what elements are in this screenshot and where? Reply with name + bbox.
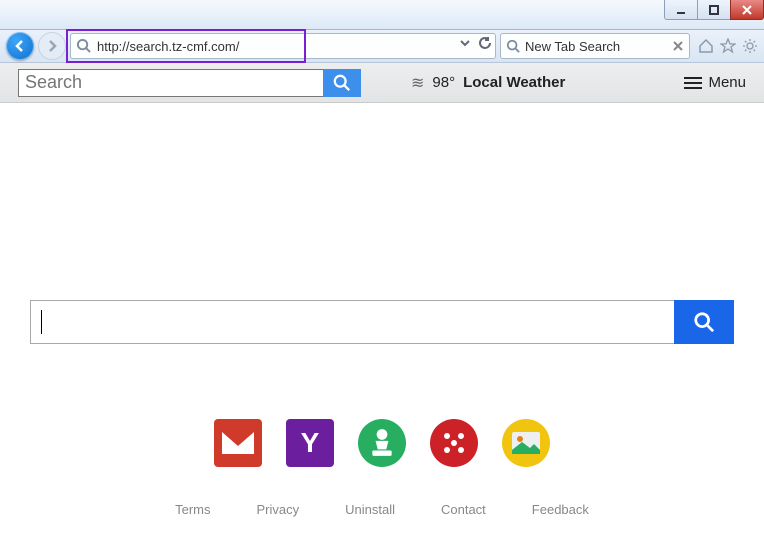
window-close-button[interactable] bbox=[730, 0, 764, 20]
weather-temperature: 98° bbox=[432, 74, 455, 91]
toolbar-search-button[interactable] bbox=[323, 69, 361, 97]
browser-toolbar-icons bbox=[694, 38, 758, 54]
arrow-right-icon bbox=[44, 38, 60, 54]
weather-widget[interactable]: ≋ 98° Local Weather bbox=[411, 73, 565, 93]
footer-privacy[interactable]: Privacy bbox=[257, 502, 300, 517]
close-icon bbox=[741, 4, 753, 16]
footer-uninstall[interactable]: Uninstall bbox=[345, 502, 395, 517]
window-minimize-button[interactable] bbox=[664, 0, 698, 20]
search-icon bbox=[693, 311, 715, 333]
refresh-icon[interactable] bbox=[478, 36, 492, 50]
dropdown-icon[interactable] bbox=[458, 36, 472, 50]
envelope-icon bbox=[222, 432, 254, 454]
window-titlebar bbox=[0, 0, 764, 30]
search-icon bbox=[333, 74, 351, 92]
main-search-container bbox=[30, 300, 734, 344]
window-maximize-button[interactable] bbox=[697, 0, 731, 20]
browser-tab[interactable]: New Tab Search bbox=[500, 33, 690, 59]
search-icon bbox=[76, 38, 91, 53]
hamburger-icon bbox=[684, 74, 702, 92]
back-button[interactable] bbox=[6, 32, 34, 60]
maximize-icon bbox=[708, 4, 720, 16]
settings-icon[interactable] bbox=[742, 38, 758, 54]
minimize-icon bbox=[675, 4, 687, 16]
dice-link[interactable] bbox=[430, 419, 478, 467]
address-bar[interactable] bbox=[70, 33, 496, 59]
yahoo-link[interactable]: Y bbox=[286, 419, 334, 467]
footer-feedback[interactable]: Feedback bbox=[532, 502, 589, 517]
browser-navbar: New Tab Search bbox=[0, 30, 764, 63]
toolbar-search-input[interactable] bbox=[18, 69, 323, 97]
tab-title: New Tab Search bbox=[525, 39, 620, 54]
photos-link[interactable] bbox=[502, 419, 550, 467]
quicklinks-row: Y bbox=[0, 419, 764, 467]
main-search-button[interactable] bbox=[674, 300, 734, 344]
arrow-left-icon bbox=[12, 38, 28, 54]
heat-icon: ≋ bbox=[411, 73, 424, 93]
favorites-icon[interactable] bbox=[720, 38, 736, 54]
menu-label: Menu bbox=[708, 74, 746, 91]
text-cursor bbox=[41, 310, 42, 334]
footer-terms[interactable]: Terms bbox=[175, 502, 210, 517]
picture-icon bbox=[512, 432, 540, 454]
chess-link[interactable] bbox=[358, 419, 406, 467]
main-search-input[interactable] bbox=[30, 300, 674, 344]
footer-links: Terms Privacy Uninstall Contact Feedback bbox=[0, 502, 764, 517]
address-bar-controls bbox=[458, 36, 492, 50]
footer-contact[interactable]: Contact bbox=[441, 502, 486, 517]
gmail-link[interactable] bbox=[214, 419, 262, 467]
dice-icon bbox=[439, 428, 469, 458]
pawn-icon bbox=[369, 428, 395, 458]
weather-label: Local Weather bbox=[463, 74, 565, 91]
page-content: Y Terms Privacy Uninstall Contact Feedba… bbox=[0, 103, 764, 539]
menu-button[interactable]: Menu bbox=[684, 74, 746, 92]
tab-close-icon[interactable] bbox=[672, 40, 684, 52]
address-bar-container bbox=[70, 33, 496, 59]
forward-button[interactable] bbox=[38, 32, 66, 60]
page-toolbar: ≋ 98° Local Weather Menu bbox=[0, 63, 764, 103]
tab-search-icon bbox=[506, 39, 520, 53]
home-icon[interactable] bbox=[698, 38, 714, 54]
yahoo-icon: Y bbox=[301, 427, 320, 459]
